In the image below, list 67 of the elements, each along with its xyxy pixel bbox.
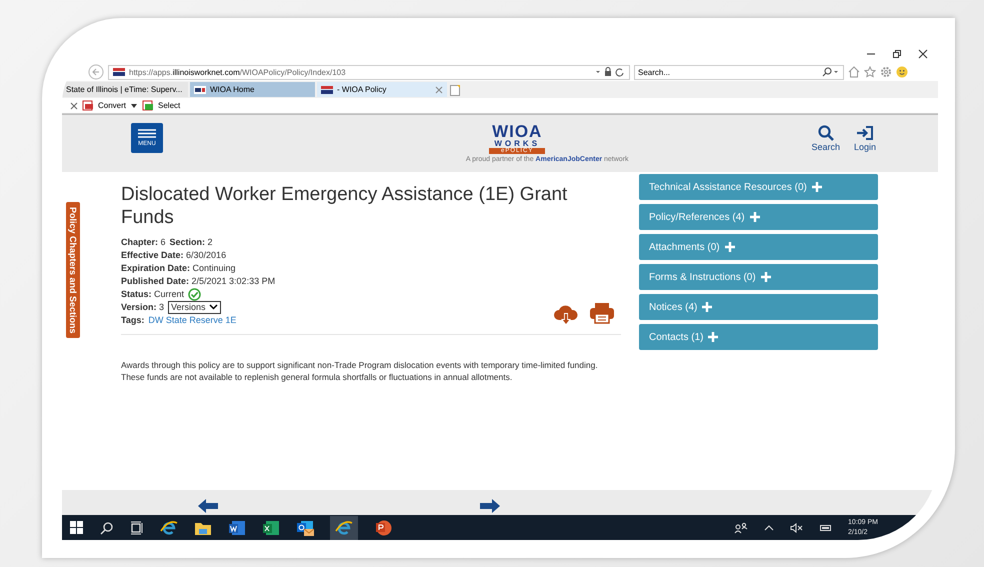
printer-icon[interactable] (589, 302, 615, 324)
versions-dropdown[interactable]: Versions (168, 300, 221, 314)
browser-tab[interactable]: State of Illinois | eTime: Superv... (62, 82, 188, 97)
menu-icon (138, 129, 156, 138)
address-bar[interactable]: https://apps.illinoisworknet.com/WIOAPolicy/Policy/Index/103 (108, 64, 630, 80)
site-icon (194, 86, 206, 94)
close-icon[interactable] (70, 102, 78, 110)
mail-icon[interactable] (296, 520, 314, 536)
previous-arrow-icon[interactable] (198, 499, 218, 513)
login-icon (856, 125, 874, 141)
word-icon[interactable] (228, 520, 246, 536)
site-icon (321, 86, 333, 94)
search-icon[interactable] (100, 520, 114, 534)
policy-description: Awards through this policy are to support significant non-Trade Program dislocation events with temporary time-limited funding. These funds are not available to replenish general formula shortfalls or fluctuations in annual allotments. (121, 358, 599, 384)
check-circle-icon (188, 288, 202, 301)
header-action[interactable]: Login (854, 125, 876, 152)
spreadsheet-icon[interactable] (262, 520, 280, 536)
meta-text: Chapter: 6 (121, 237, 166, 248)
people-icon[interactable] (734, 522, 748, 534)
restore-icon[interactable] (892, 48, 902, 58)
meta-text: Published Date: 2/5/2021 3:02:33 PM (121, 276, 276, 286)
new-tab-icon[interactable] (449, 84, 461, 96)
site-icon (113, 68, 125, 76)
home-icon[interactable] (848, 66, 860, 78)
chapters-tab[interactable]: Policy Chapters and Sections (66, 202, 80, 338)
search-icon (818, 125, 834, 141)
browser-e-icon[interactable] (160, 518, 178, 536)
speaker-muted-icon[interactable] (790, 522, 804, 532)
windows-start-icon[interactable] (70, 520, 84, 534)
meta-text: Expiration Date: Continuing (121, 263, 236, 274)
header-action[interactable]: Search (811, 125, 840, 152)
star-icon[interactable] (864, 66, 876, 78)
meta-text: Effective Date: 6/30/2016 (121, 250, 226, 260)
caret-icon (208, 304, 218, 310)
tags-label: Tags: (121, 315, 144, 326)
browser-tab[interactable]: - WIOA Policy (317, 82, 447, 97)
meta-text: Section: 2 (170, 237, 213, 248)
tag-link[interactable]: DW State Reserve 1E (148, 315, 236, 326)
browser-tab[interactable]: WIOA Home (190, 82, 315, 97)
task-view-icon[interactable] (130, 520, 144, 534)
command-button[interactable]: Select (158, 101, 180, 110)
search-field[interactable]: Search... (634, 64, 844, 80)
browser-e-icon[interactable] (335, 518, 353, 536)
plus-icon (702, 302, 712, 312)
plus-icon (724, 242, 735, 252)
chevron-up-icon[interactable] (764, 524, 774, 532)
battery-icon[interactable] (820, 524, 832, 532)
version-text: Version: 3 (121, 302, 164, 312)
close-icon[interactable] (918, 48, 928, 58)
plus-icon (812, 182, 822, 192)
url-text: https://apps.illinoisworknet.com/WIOAPolicy/Policy/Index/103 (129, 68, 346, 76)
search-icon (822, 67, 840, 77)
dropdown-caret-icon[interactable] (130, 102, 138, 108)
command-button[interactable]: Convert (98, 101, 126, 110)
plus-icon (750, 212, 760, 222)
slides-app-icon[interactable] (374, 518, 392, 536)
smiley-icon[interactable] (896, 66, 908, 78)
search-field[interactable]: Search... (638, 68, 822, 76)
plus-icon (760, 272, 771, 282)
select-tool-icon (142, 100, 154, 111)
policy-title: Dislocated Worker Emergency Assistance (1E) Grant Funds (121, 184, 568, 230)
status-text: Status: Current (121, 289, 184, 300)
next-arrow-icon[interactable] (480, 499, 500, 513)
pdf-icon (82, 100, 94, 111)
settings-icon[interactable] (880, 66, 892, 78)
lock-refresh-icon (595, 67, 625, 77)
plus-icon (708, 332, 718, 342)
